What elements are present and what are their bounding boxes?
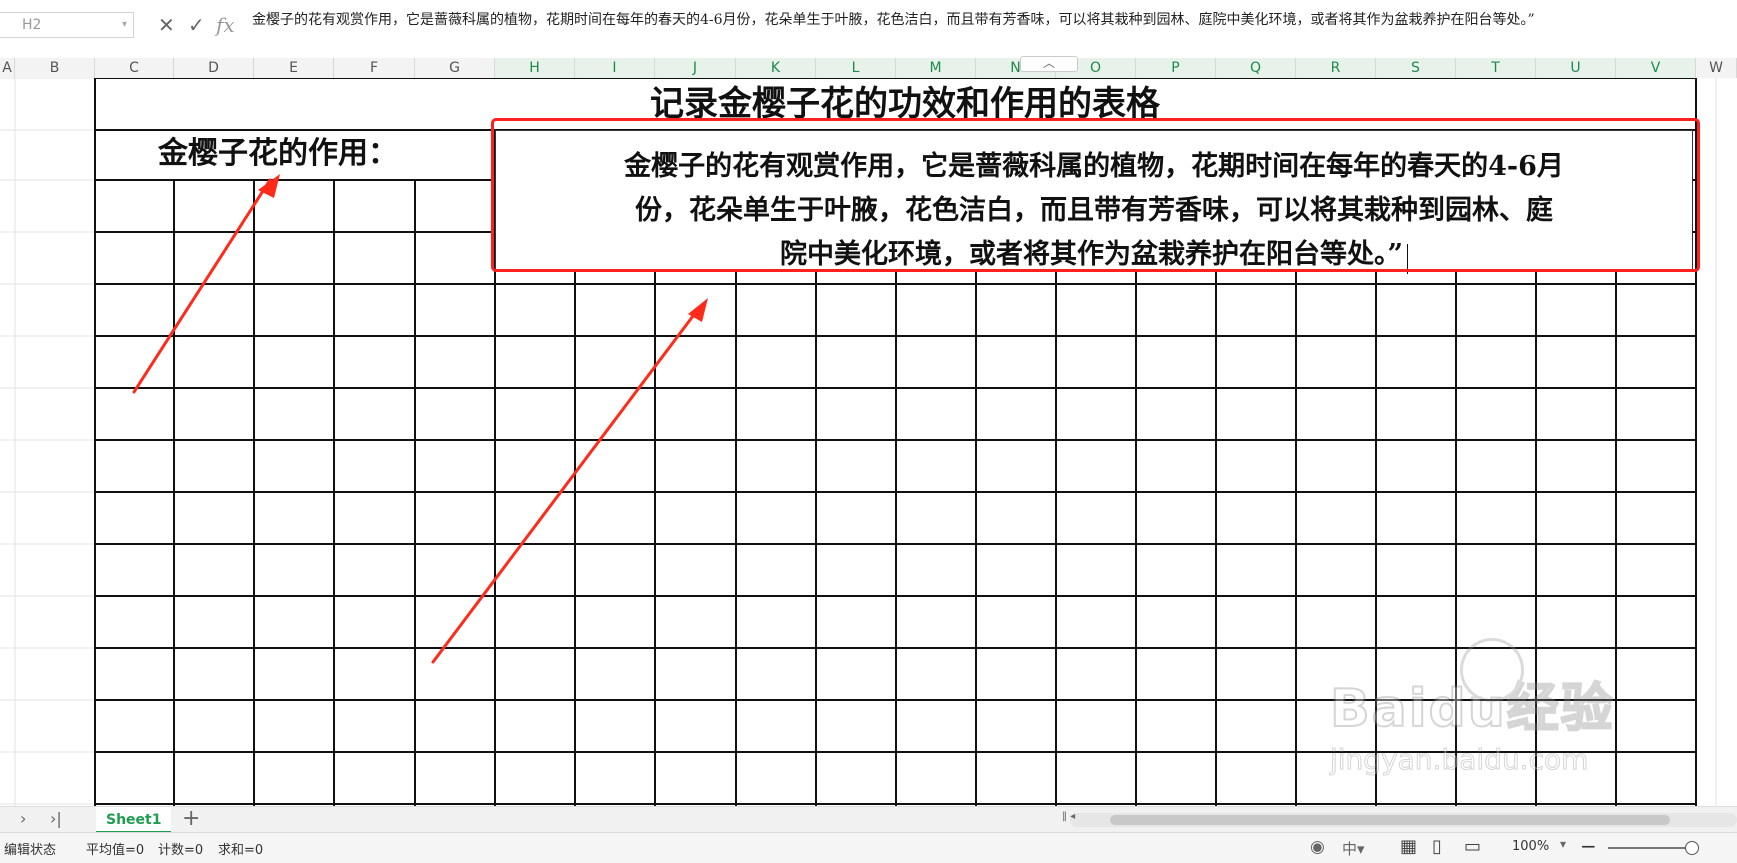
mode-status: 编辑状态: [4, 843, 57, 858]
eye-icon[interactable]: ◉: [1310, 837, 1325, 857]
column-header-q[interactable]: Q: [1216, 58, 1296, 78]
baidu-paw-icon: [1460, 638, 1524, 702]
column-header-c[interactable]: C: [95, 58, 174, 78]
close-icon[interactable]: ✕: [158, 14, 175, 36]
cell-reference: H2: [22, 17, 42, 33]
fx-icon[interactable]: fx: [216, 14, 235, 36]
chevron-down-icon[interactable]: ▾: [122, 13, 127, 37]
page-layout-icon[interactable]: ▯: [1432, 836, 1442, 857]
column-header-u[interactable]: U: [1536, 58, 1616, 78]
sheet-tabs-bar: › ›| Sheet1 + ‖ ◂: [0, 806, 1737, 833]
status-bar: 编辑状态 平均值=0 计数=0 求和=0 ◉ 中▾ ▦ ▯ ▭ 100% ▾ −: [0, 832, 1737, 863]
column-header-i[interactable]: I: [575, 58, 655, 78]
column-header-j[interactable]: J: [655, 58, 736, 78]
horizontal-scrollbar[interactable]: [1070, 813, 1737, 827]
page-break-icon[interactable]: ▭: [1464, 836, 1481, 857]
last-sheet-icon[interactable]: ›|: [50, 809, 62, 828]
zoom-out-icon[interactable]: −: [1580, 834, 1597, 858]
zoom-dropdown-icon[interactable]: ▾: [1560, 837, 1566, 851]
scrollbar-thumb[interactable]: [1110, 815, 1670, 825]
sum-status: 求和=0: [218, 843, 264, 858]
column-header-m[interactable]: M: [896, 58, 976, 78]
column-header-k[interactable]: K: [736, 58, 816, 78]
column-header-p[interactable]: P: [1136, 58, 1216, 78]
tab-sheet1[interactable]: Sheet1: [96, 807, 172, 833]
column-header-a[interactable]: A: [0, 58, 15, 78]
average-status: 平均值=0: [86, 843, 145, 858]
baidu-watermark: Baidu经验 jingyan.baidu.com: [1329, 638, 1615, 777]
column-header-row: ABCDEFGHIJKLMNOPQRSTUVW: [0, 58, 1737, 79]
scroll-left-icon[interactable]: ‖ ◂: [1062, 811, 1075, 822]
column-header-r[interactable]: R: [1296, 58, 1376, 78]
sheet-area[interactable]: 记录金樱子花的功效和作用的表格 金樱子花的作用： 金樱子的花有观赏作用，它是蔷薇…: [0, 78, 1737, 806]
highlight-box: [491, 118, 1700, 272]
count-status: 计数=0: [158, 843, 204, 858]
column-header-b[interactable]: B: [15, 58, 95, 78]
column-header-g[interactable]: G: [415, 58, 495, 78]
formula-input[interactable]: 金樱子的花有观赏作用，它是蔷薇科属的植物，花期时间在每年的春天的4-6月份，花朵…: [252, 9, 1732, 55]
zoom-slider-handle[interactable]: [1685, 841, 1699, 855]
name-box[interactable]: H2 ▾: [0, 12, 134, 38]
column-header-w[interactable]: W: [1696, 58, 1737, 78]
normal-view-icon[interactable]: ▦: [1400, 836, 1417, 857]
column-header-l[interactable]: L: [816, 58, 896, 78]
input-method-label: 中: [1342, 840, 1358, 858]
column-header-s[interactable]: S: [1376, 58, 1456, 78]
label-cell[interactable]: 金樱子花的作用：: [158, 132, 398, 176]
plus-icon[interactable]: +: [182, 807, 200, 831]
collapse-formula-button[interactable]: ︿: [1020, 56, 1078, 72]
column-header-v[interactable]: V: [1616, 58, 1696, 78]
column-header-f[interactable]: F: [334, 58, 415, 78]
check-icon[interactable]: ✓: [188, 14, 205, 36]
column-header-t[interactable]: T: [1456, 58, 1536, 78]
formula-bar: H2 ▾ ✕ ✓ fx 金樱子的花有观赏作用，它是蔷薇科属的植物，花期时间在每年…: [0, 0, 1737, 59]
next-sheet-icon[interactable]: ›: [20, 809, 26, 828]
zoom-level[interactable]: 100%: [1512, 839, 1549, 854]
column-header-h[interactable]: H: [495, 58, 575, 78]
watermark-url: jingyan.baidu.com: [1330, 743, 1589, 777]
input-method-icon[interactable]: 中▾: [1342, 838, 1365, 859]
column-header-d[interactable]: D: [174, 58, 254, 78]
column-header-e[interactable]: E: [254, 58, 334, 78]
